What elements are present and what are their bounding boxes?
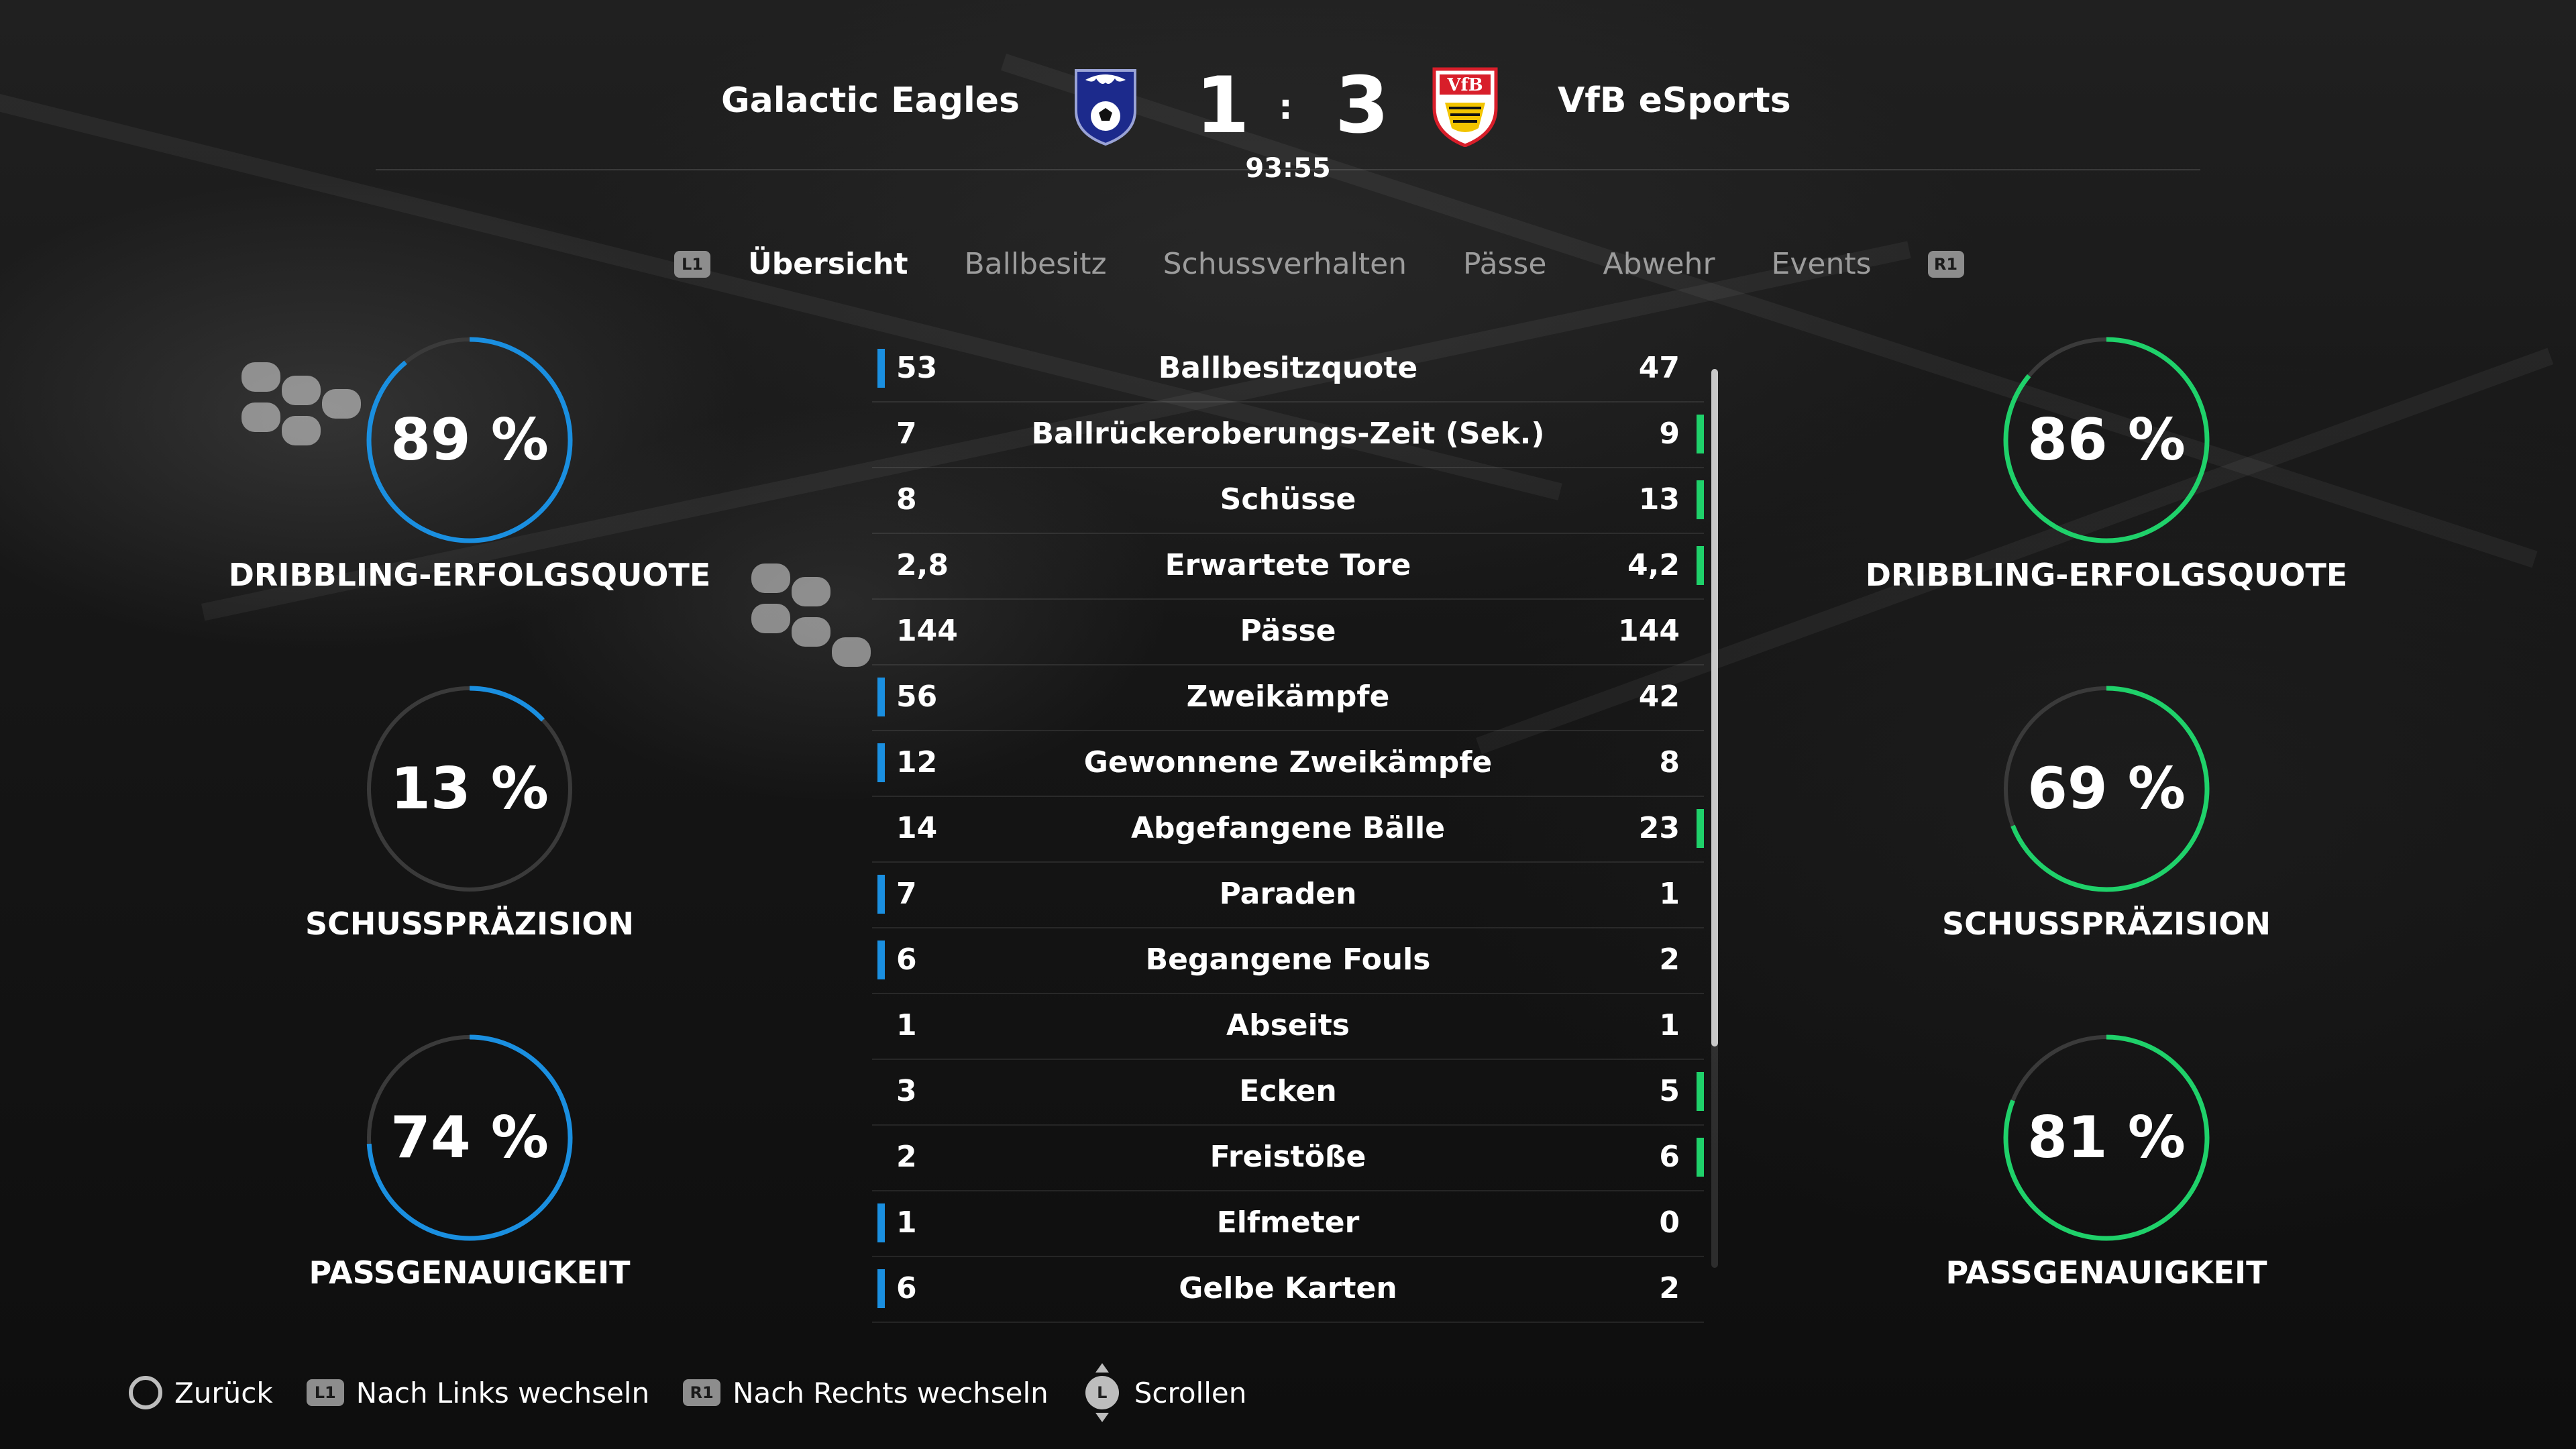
- stat-name: Ballrückeroberungs-Zeit (Sek.): [1031, 417, 1545, 451]
- eagle-crest-icon: [1071, 64, 1140, 147]
- stat-away-value: 23: [1638, 811, 1680, 845]
- home-pass-accuracy-value: 74 %: [390, 1104, 549, 1171]
- stat-name: Abseits: [1226, 1008, 1350, 1042]
- home-dribbling-ring: 89 %: [362, 333, 577, 547]
- home-shot-accuracy-label: SCHUSSPRÄZISION: [305, 906, 634, 942]
- away-pass-accuracy-ring: 81 %: [1999, 1030, 2214, 1245]
- tab-abwehr[interactable]: Abwehr: [1603, 247, 1715, 281]
- home-pass-accuracy-label: PASSGENAUIGKEIT: [309, 1254, 631, 1291]
- stat-name: Zweikämpfe: [1186, 680, 1390, 714]
- stat-row: 7 Paraden 1: [872, 861, 1704, 928]
- score-separator: :: [1279, 87, 1293, 127]
- stats-table[interactable]: 53 Ballbesitzquote 47 7 Ballrückeroberungs-Z…: [872, 335, 1704, 1323]
- away-dribbling-value: 86 %: [2027, 407, 2186, 474]
- stat-name: Erwartete Tore: [1165, 548, 1411, 582]
- stat-row: 144 Pässe 144: [872, 598, 1704, 665]
- circle-button-icon: [129, 1376, 162, 1409]
- tab-ballbesitz[interactable]: Ballbesitz: [964, 247, 1106, 281]
- stat-away-value: 13: [1638, 482, 1680, 517]
- away-pass-accuracy-label: PASSGENAUIGKEIT: [1945, 1254, 2267, 1291]
- stat-row: 56 Zweikämpfe 42: [872, 664, 1704, 731]
- l1-bumper-icon[interactable]: L1: [674, 250, 710, 278]
- stat-away-value: 42: [1638, 680, 1680, 714]
- switch-left-label: Nach Links wechseln: [356, 1376, 650, 1409]
- home-dribbling-label: DRIBBLING-ERFOLGSQUOTE: [228, 557, 711, 593]
- stat-name: Schüsse: [1220, 482, 1356, 517]
- stat-away-value: 47: [1638, 351, 1680, 385]
- stat-row: 7 Ballrückeroberungs-Zeit (Sek.) 9: [872, 401, 1704, 468]
- stat-away-value: 2: [1659, 1271, 1680, 1305]
- stat-away-value: 9: [1659, 417, 1680, 451]
- stat-name: Elfmeter: [1216, 1205, 1360, 1240]
- back-hint-label: Zurück: [174, 1376, 273, 1409]
- stat-row: 1 Elfmeter 0: [872, 1190, 1704, 1257]
- stat-name: Gewonnene Zweikämpfe: [1083, 745, 1493, 780]
- stat-row: 2,8 Erwartete Tore 4,2: [872, 533, 1704, 600]
- stat-row: 1 Abseits 1: [872, 993, 1704, 1060]
- back-hint[interactable]: Zurück: [129, 1376, 273, 1409]
- away-shot-accuracy-ring: 69 %: [1999, 682, 2214, 896]
- stat-name: Ballbesitzquote: [1158, 351, 1418, 385]
- scroll-hint[interactable]: L Scrollen: [1082, 1363, 1247, 1422]
- stat-away-value: 0: [1659, 1205, 1680, 1240]
- r1-button-icon: R1: [683, 1379, 721, 1406]
- tab-uebersicht[interactable]: Übersicht: [748, 247, 908, 281]
- stat-row: 2 Freistöße 6: [872, 1124, 1704, 1191]
- switch-right-hint[interactable]: R1 Nach Rechts wechseln: [683, 1377, 1049, 1409]
- stat-row: 6 Gelbe Karten 2: [872, 1256, 1704, 1323]
- tab-schussverhalten[interactable]: Schussverhalten: [1163, 247, 1407, 281]
- stat-row: 3 Ecken 5: [872, 1059, 1704, 1126]
- l1-button-icon: L1: [306, 1379, 344, 1406]
- stat-away-value: 4,2: [1627, 548, 1680, 582]
- switch-left-hint[interactable]: L1 Nach Links wechseln: [306, 1376, 650, 1409]
- away-team-name: VfB eSports: [1558, 80, 1791, 121]
- stat-away-value: 1: [1659, 1008, 1680, 1042]
- stat-name: Freistöße: [1210, 1140, 1366, 1174]
- stat-away-value: 144: [1618, 614, 1680, 648]
- home-pass-accuracy-ring: 74 %: [362, 1030, 577, 1245]
- vfb-crest-icon: VfB: [1430, 64, 1500, 148]
- stat-away-value: 6: [1659, 1140, 1680, 1174]
- away-pass-accuracy-value: 81 %: [2027, 1104, 2186, 1171]
- home-score: 1: [1195, 60, 1250, 151]
- stat-row: 14 Abgefangene Bälle 23: [872, 796, 1704, 863]
- button-hints: Zurück L1 Nach Links wechseln R1 Nach Re…: [129, 1363, 1280, 1422]
- stat-away-value: 2: [1659, 943, 1680, 977]
- left-stick-icon: L: [1082, 1363, 1122, 1422]
- stat-name: Abgefangene Bälle: [1130, 811, 1446, 845]
- svg-text:VfB: VfB: [1446, 75, 1483, 95]
- home-dribbling-value: 89 %: [390, 407, 549, 474]
- stat-away-value: 1: [1659, 877, 1680, 911]
- away-dribbling-ring: 86 %: [1999, 333, 2214, 547]
- stat-row: 53 Ballbesitzquote 47: [872, 335, 1704, 402]
- stat-row: 8 Schüsse 13: [872, 467, 1704, 534]
- tab-paesse[interactable]: Pässe: [1463, 247, 1546, 281]
- stat-row: 6 Begangene Fouls 2: [872, 927, 1704, 994]
- tab-events[interactable]: Events: [1772, 247, 1872, 281]
- header-divider: [376, 169, 2200, 170]
- home-team-name: Galactic Eagles: [721, 80, 1020, 121]
- match-time: 93:55: [1245, 153, 1331, 184]
- scrollbar-thumb[interactable]: [1711, 369, 1718, 1046]
- stats-tabs: L1 Übersicht Ballbesitz Schussverhalten …: [674, 247, 1964, 281]
- away-dribbling-label: DRIBBLING-ERFOLGSQUOTE: [1865, 557, 2348, 593]
- scroll-label: Scrollen: [1134, 1376, 1247, 1409]
- stat-name: Ecken: [1239, 1074, 1337, 1108]
- stat-name: Paraden: [1219, 877, 1357, 911]
- stat-away-value: 5: [1659, 1074, 1680, 1108]
- home-shot-accuracy-value: 13 %: [390, 755, 549, 822]
- away-shot-accuracy-label: SCHUSSPRÄZISION: [1942, 906, 2271, 942]
- stat-name: Pässe: [1240, 614, 1336, 648]
- switch-right-label: Nach Rechts wechseln: [733, 1376, 1049, 1409]
- stat-name: Begangene Fouls: [1145, 943, 1431, 977]
- stat-row: 12 Gewonnene Zweikämpfe 8: [872, 730, 1704, 797]
- away-shot-accuracy-value: 69 %: [2027, 755, 2186, 822]
- stat-away-value: 8: [1659, 745, 1680, 780]
- home-shot-accuracy-ring: 13 %: [362, 682, 577, 896]
- stat-name: Gelbe Karten: [1179, 1271, 1397, 1305]
- r1-bumper-icon[interactable]: R1: [1927, 250, 1964, 278]
- away-score: 3: [1335, 60, 1389, 151]
